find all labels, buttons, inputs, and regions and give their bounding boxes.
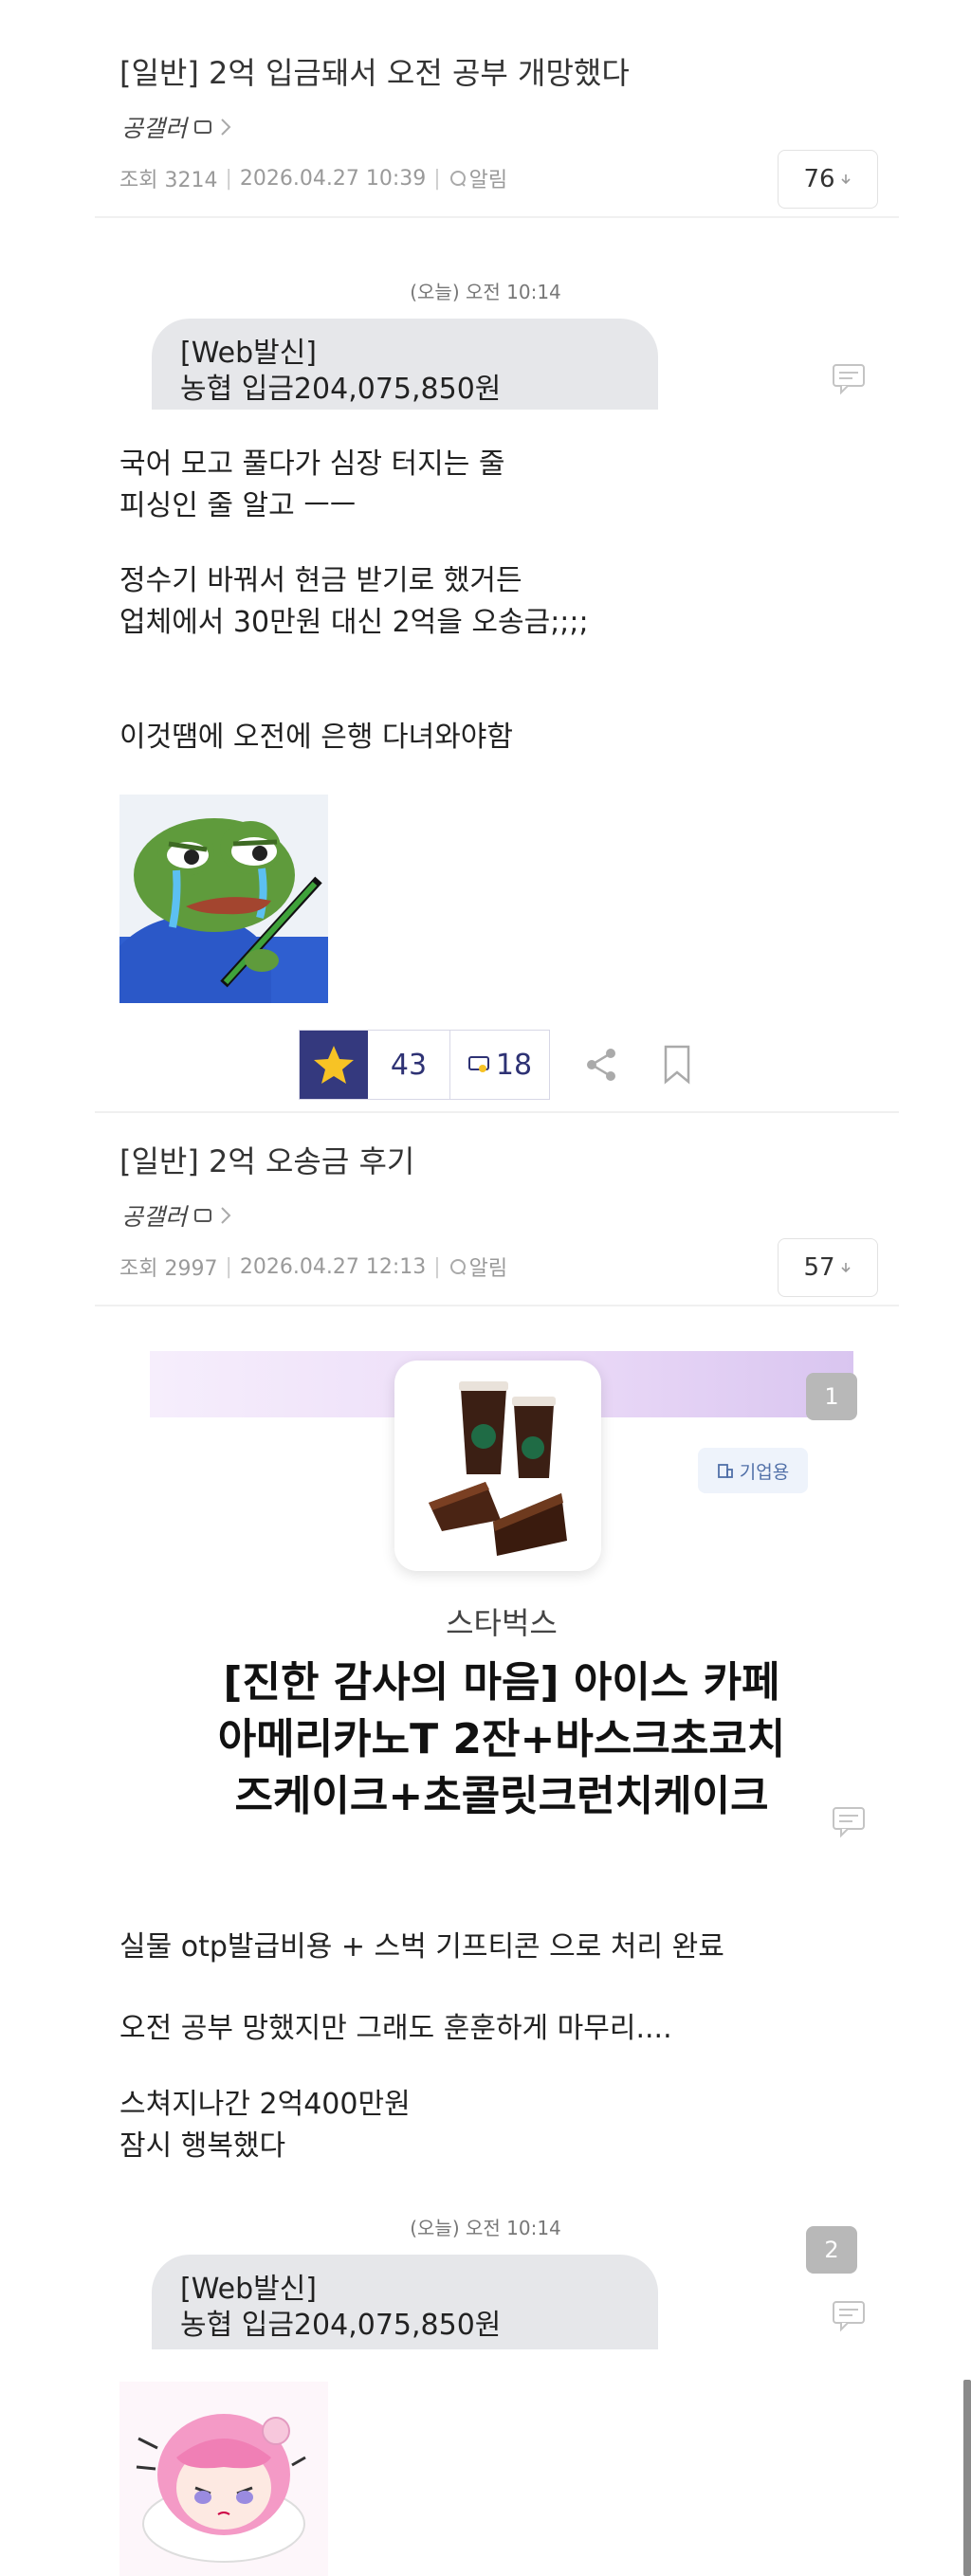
building-icon bbox=[717, 1464, 733, 1478]
bell-icon bbox=[449, 171, 466, 187]
comment-count: 76 bbox=[803, 165, 835, 193]
share-icon[interactable] bbox=[580, 1044, 622, 1086]
alert-label: 알림 bbox=[468, 169, 508, 192]
recommend-box: 43 18 bbox=[299, 1030, 550, 1100]
reply-count: 18 bbox=[495, 1048, 533, 1082]
author-row[interactable]: 공갤러 bbox=[121, 110, 232, 144]
gift-product-line: [진한 감사의 마음] 아이스 카페 bbox=[223, 1658, 780, 1707]
post-divider bbox=[95, 1111, 899, 1113]
recommend-count: 43 bbox=[368, 1031, 450, 1099]
comment-count: 57 bbox=[803, 1253, 835, 1282]
gifticon-image: 기업용 스타벅스 [진한 감사의 마음] 아이스 카페 아메리카노T 2잔+바스… bbox=[150, 1351, 853, 1854]
chevron-down-icon bbox=[840, 1263, 851, 1273]
nickname-icon bbox=[194, 1209, 212, 1222]
header-divider bbox=[95, 216, 899, 218]
crying-frog-image bbox=[119, 795, 328, 1003]
post-paragraph: 오전 공부 망했지만 그래도 훈훈하게 마무리.... bbox=[119, 2012, 672, 2045]
author-name: 공갤러 bbox=[121, 115, 188, 142]
view-count: 조회 2997 bbox=[119, 1257, 218, 1281]
meta-separator: | bbox=[433, 1254, 441, 1279]
header-divider bbox=[95, 1305, 899, 1306]
corporate-tag-label: 기업용 bbox=[739, 1461, 790, 1483]
alert-link[interactable]: 알림 bbox=[449, 163, 507, 193]
post-meta: 조회 2997 | 2026.04.27 12:13 | 알림 bbox=[119, 1251, 507, 1282]
chevron-right-icon bbox=[221, 119, 231, 136]
image-comment-icon[interactable] bbox=[832, 363, 866, 395]
post-datetime: 2026.04.27 12:13 bbox=[239, 1254, 427, 1279]
post-paragraph: 스쳐지나간 2억400만원 잠시 행복했다 bbox=[119, 2088, 411, 2163]
corporate-tag: 기업용 bbox=[698, 1448, 808, 1493]
comment-count-button[interactable]: 76 bbox=[778, 150, 878, 209]
comment-icon bbox=[467, 1056, 489, 1072]
post-title[interactable]: [일반] 2억 오송금 후기 bbox=[119, 1138, 414, 1181]
image-index-badge: 1 bbox=[806, 1373, 857, 1420]
meta-separator: | bbox=[225, 166, 232, 191]
gift-product-name: [진한 감사의 마음] 아이스 카페 아메리카노T 2잔+바스크초코치 즈케이크… bbox=[150, 1654, 853, 1824]
gift-product-thumbnail bbox=[394, 1361, 601, 1571]
gift-product-line: 아메리카노T 2잔+바스크초코치 bbox=[217, 1714, 786, 1763]
sms-sender: [Web발신] bbox=[180, 337, 318, 370]
meta-separator: | bbox=[225, 1254, 232, 1279]
bell-icon bbox=[449, 1259, 466, 1275]
chevron-right-icon bbox=[221, 1207, 231, 1224]
sms-bubble: [Web발신] 농협 입금204,075,850원 bbox=[152, 319, 658, 410]
gift-product-line: 즈케이크+초콜릿크런치케이크 bbox=[234, 1771, 769, 1820]
anime-girl-sticker bbox=[119, 2382, 328, 2576]
nickname-icon bbox=[194, 120, 212, 134]
sms-message: 농협 입금204,075,850원 bbox=[180, 372, 502, 406]
sms-time: (오늘) 오전 10:14 bbox=[410, 281, 561, 303]
post-paragraph: 이것땜에 오전에 은행 다녀와야함 bbox=[119, 721, 514, 754]
sms-bubble: [Web발신] 농협 입금204,075,850원 bbox=[152, 2255, 658, 2349]
sms-sender: [Web발신] bbox=[180, 2273, 318, 2306]
scrollbar-thumb[interactable] bbox=[963, 2380, 971, 2576]
image-index-badge: 2 bbox=[806, 2226, 857, 2274]
image-comment-icon[interactable] bbox=[832, 1806, 866, 1838]
star-icon bbox=[314, 1046, 354, 1084]
view-count: 조회 3214 bbox=[119, 169, 218, 192]
gift-brand: 스타벅스 bbox=[446, 1605, 558, 1641]
post-title[interactable]: [일반] 2억 입금돼서 오전 공부 개망했다 bbox=[119, 49, 630, 93]
post-datetime: 2026.04.27 10:39 bbox=[239, 166, 427, 191]
recommend-button[interactable] bbox=[300, 1031, 368, 1099]
alert-label: 알림 bbox=[468, 1257, 508, 1281]
author-row[interactable]: 공갤러 bbox=[121, 1198, 232, 1233]
image-comment-icon[interactable] bbox=[832, 2300, 866, 2332]
bookmark-icon[interactable] bbox=[660, 1044, 694, 1086]
post-paragraph: 실물 otp발급비용 + 스벅 기프티콘 으로 처리 완료 bbox=[119, 1930, 724, 1964]
comment-count-button[interactable]: 57 bbox=[778, 1238, 878, 1297]
post-paragraph: 정수기 바꿔서 현금 받기로 했거든 업체에서 30만원 대신 2억을 오송금;… bbox=[119, 564, 589, 639]
meta-separator: | bbox=[433, 166, 441, 191]
alert-link[interactable]: 알림 bbox=[449, 1251, 507, 1282]
sms-message: 농협 입금204,075,850원 bbox=[180, 2308, 502, 2342]
post-meta: 조회 3214 | 2026.04.27 10:39 | 알림 bbox=[119, 163, 507, 193]
post-paragraph: 국어 모고 풀다가 심장 터지는 줄 피싱인 줄 알고 ㅡㅡ bbox=[119, 448, 505, 522]
author-name: 공갤러 bbox=[121, 1203, 188, 1231]
post-action-bar: 43 18 bbox=[299, 1029, 694, 1101]
reply-count-button[interactable]: 18 bbox=[450, 1031, 549, 1099]
chevron-down-icon bbox=[840, 174, 851, 185]
